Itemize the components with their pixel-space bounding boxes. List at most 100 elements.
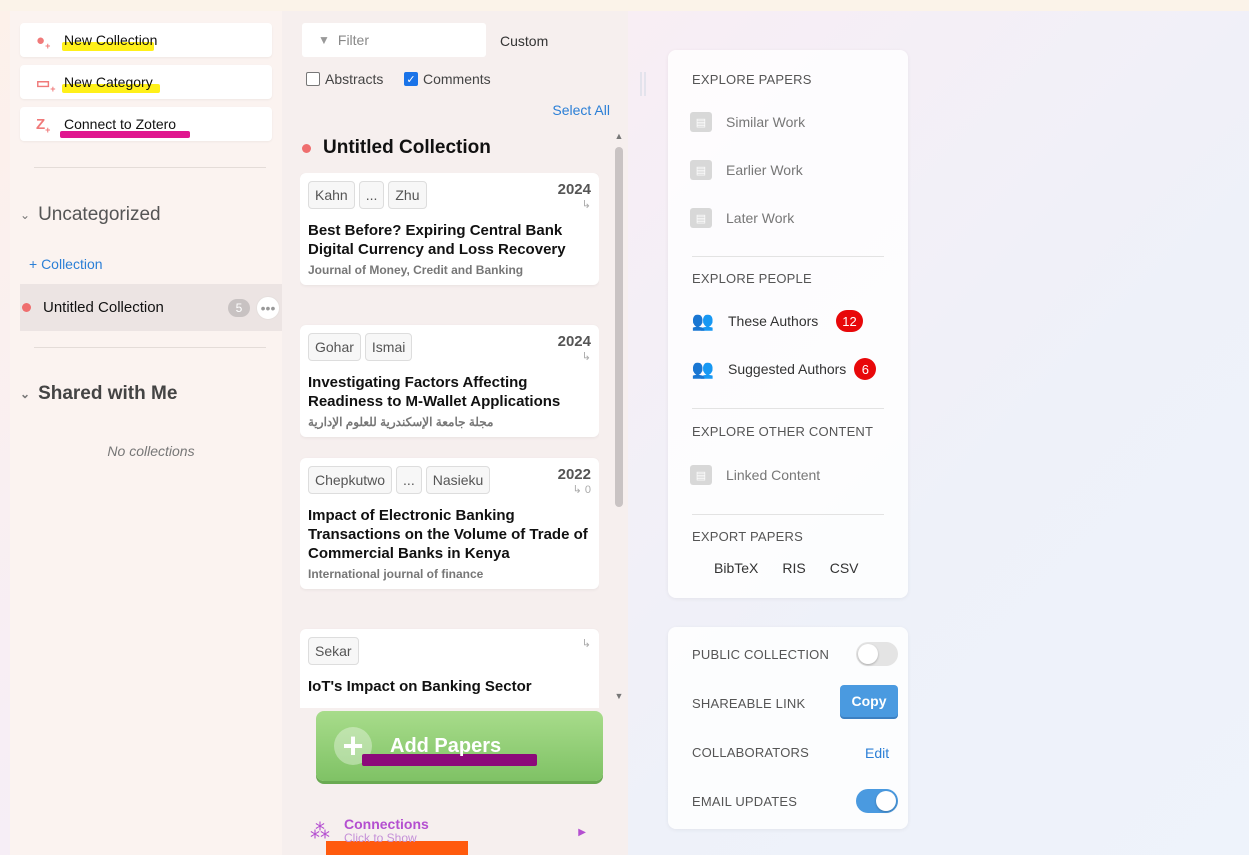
- paper-title[interactable]: IoT's Impact on Banking Sector: [308, 677, 591, 696]
- collection-title: Untitled Collection: [302, 137, 491, 159]
- sort-select[interactable]: Custom: [500, 33, 548, 49]
- divider: [692, 408, 884, 409]
- earlier-work-link[interactable]: ▤ Earlier Work: [690, 160, 803, 180]
- later-work-link[interactable]: ▤ Later Work: [690, 208, 794, 228]
- connect-zotero-button[interactable]: Z+ Connect to Zotero: [20, 107, 272, 141]
- scroll-up-arrow-icon[interactable]: ▲: [613, 131, 625, 141]
- paper-card[interactable]: Chepkutwo ... Nasieku 2022 ↳ 0 Impact of …: [300, 458, 599, 589]
- new-category-label: New Category: [64, 74, 153, 90]
- connections-sublabel: Click to Show: [344, 831, 417, 845]
- resize-handle[interactable]: [640, 72, 646, 96]
- more-options-icon[interactable]: •••: [256, 295, 280, 320]
- add-papers-button[interactable]: + Add Papers: [316, 711, 603, 781]
- copy-link-button[interactable]: Copy: [840, 685, 898, 717]
- export-bibtex-button[interactable]: BibTeX: [714, 560, 758, 576]
- highlight-mark: [60, 131, 190, 138]
- document-icon: ▤: [690, 112, 712, 132]
- people-icon: 👥: [691, 310, 715, 331]
- author-chip[interactable]: ...: [396, 466, 422, 494]
- chevron-right-icon: ▶: [578, 827, 586, 838]
- later-work-label: Later Work: [726, 210, 795, 226]
- explore-people-heading: EXPLORE PEOPLE: [692, 271, 812, 286]
- comments-label: Comments: [423, 71, 491, 87]
- select-all-link[interactable]: Select All: [552, 102, 610, 118]
- paper-title[interactable]: Impact of Electronic Banking Transaction…: [308, 506, 591, 563]
- author-chip[interactable]: Kahn: [308, 181, 355, 209]
- connections-label: Connections: [344, 816, 429, 832]
- similar-work-link[interactable]: ▤ Similar Work: [690, 112, 805, 132]
- zotero-icon: Z+: [36, 116, 51, 135]
- toggle-knob: [858, 644, 878, 664]
- divider: [692, 514, 884, 515]
- paper-card[interactable]: Gohar Ismai 2024 ↳ Investigating Factors …: [300, 325, 599, 437]
- new-collection-icon: ●+: [36, 32, 51, 51]
- suggested-authors-link[interactable]: 👥 Suggested Authors 6: [690, 358, 877, 380]
- connections-graph-icon: ⁂: [310, 820, 330, 843]
- author-chip[interactable]: ...: [358, 181, 385, 209]
- top-strip: [0, 0, 1249, 11]
- comments-checkbox[interactable]: ✓ Comments: [404, 71, 491, 87]
- shared-with-me-toggle[interactable]: ⌄ Shared with Me: [20, 383, 177, 405]
- collaborators-label: COLLABORATORS: [692, 745, 809, 760]
- people-icon: 👥: [691, 358, 715, 379]
- document-icon: ▤: [690, 465, 712, 485]
- export-ris-button[interactable]: RIS: [782, 560, 805, 576]
- author-chip[interactable]: Gohar: [308, 333, 361, 361]
- sidebar-item-untitled-collection[interactable]: Untitled Collection 5 •••: [20, 284, 282, 331]
- paper-title[interactable]: Investigating Factors Affecting Readines…: [308, 373, 591, 411]
- checkbox-unchecked: [306, 72, 320, 86]
- citation-count: ↳: [581, 638, 591, 650]
- paper-title[interactable]: Best Before? Expiring Central Bank Digit…: [308, 221, 591, 259]
- scroll-down-arrow-icon[interactable]: ▼: [613, 691, 625, 701]
- add-papers-label: Add Papers: [390, 734, 502, 757]
- author-chip[interactable]: Nasieku: [425, 466, 491, 494]
- shareable-link-label: SHAREABLE LINK: [692, 696, 806, 711]
- connections-toggle[interactable]: ⁂ Connections Click to Show ▶: [310, 816, 606, 855]
- paper-year: 2022 ↳ 0: [558, 466, 591, 496]
- paper-card[interactable]: Sekar ↳ IoT's Impact on Banking Sector: [300, 629, 599, 708]
- new-collection-label: New Collection: [64, 32, 158, 48]
- linked-content-link[interactable]: ▤ Linked Content: [690, 465, 820, 485]
- export-papers-heading: EXPORT PAPERS: [692, 529, 803, 544]
- collection-color-dot: [22, 303, 31, 312]
- paper-list-scrollbar[interactable]: ▲ ▼: [613, 131, 625, 701]
- filter-input[interactable]: ▼ Filter: [302, 23, 486, 57]
- similar-work-label: Similar Work: [726, 114, 806, 130]
- new-collection-button[interactable]: ●+ New Collection: [20, 23, 272, 57]
- collection-color-dot: [302, 143, 311, 153]
- new-category-icon: ▭+: [36, 75, 56, 94]
- divider: [34, 347, 266, 348]
- new-category-button[interactable]: ▭+ New Category: [20, 65, 272, 99]
- email-updates-toggle[interactable]: [856, 789, 898, 813]
- shared-with-me-label: Shared with Me: [38, 383, 178, 404]
- scrollbar-thumb[interactable]: [615, 147, 623, 507]
- uncategorized-toggle[interactable]: ⌄ Uncategorized: [20, 204, 161, 226]
- connect-zotero-label: Connect to Zotero: [64, 116, 177, 132]
- paper-journal: Journal of Money, Credit and Banking: [308, 263, 524, 277]
- author-chip[interactable]: Sekar: [308, 637, 359, 665]
- sidebar: ●+ New Collection ▭+ New Category Z+ Con…: [10, 11, 282, 855]
- these-authors-link[interactable]: 👥 These Authors 12: [690, 310, 863, 332]
- public-collection-toggle[interactable]: [856, 642, 898, 666]
- export-csv-button[interactable]: CSV: [830, 560, 859, 576]
- linked-content-label: Linked Content: [726, 467, 821, 483]
- abstracts-checkbox[interactable]: Abstracts: [306, 71, 383, 87]
- edit-collaborators-link[interactable]: Edit: [865, 745, 889, 761]
- document-icon: ▤: [690, 160, 712, 180]
- explore-panel: EXPLORE PAPERS ▤ Similar Work ▤ Earlier Wo…: [668, 50, 908, 598]
- suggested-authors-count-badge: 6: [854, 358, 877, 380]
- filter-icon: ▼: [318, 33, 330, 47]
- divider: [692, 256, 884, 257]
- author-chip[interactable]: Chepkutwo: [308, 466, 393, 494]
- year-text: 2024: [557, 333, 591, 350]
- paper-card[interactable]: Kahn ... Zhu 2024 ↳ Best Before? Expiring…: [300, 173, 599, 285]
- collection-name: Untitled Collection: [43, 299, 164, 316]
- export-options: BibTeX RIS CSV: [714, 560, 859, 576]
- add-collection-link[interactable]: + Collection: [29, 256, 103, 272]
- document-icon: ▤: [690, 208, 712, 228]
- chevron-down-icon: ⌄: [20, 387, 31, 401]
- author-chip[interactable]: Ismai: [364, 333, 413, 361]
- paper-journal: International journal of finance: [308, 567, 484, 581]
- divider: [34, 167, 266, 168]
- author-chip[interactable]: Zhu: [388, 181, 427, 209]
